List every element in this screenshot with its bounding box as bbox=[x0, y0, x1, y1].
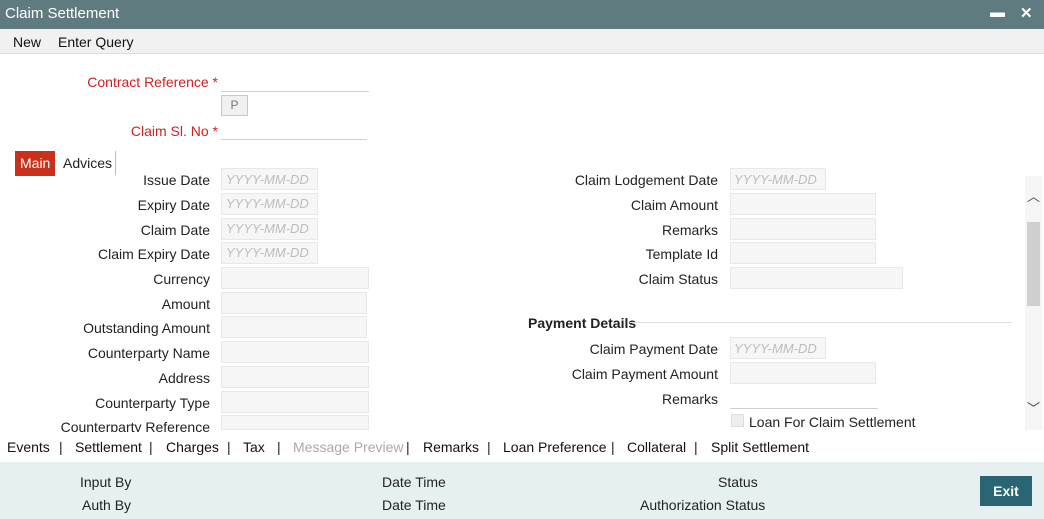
address-input[interactable] bbox=[221, 366, 369, 388]
claim-payment-date-placeholder: YYYY-MM-DD bbox=[734, 341, 817, 356]
contract-reference-input[interactable] bbox=[221, 70, 369, 92]
remarks-label: Remarks bbox=[661, 222, 718, 238]
expiry-date-placeholder: YYYY-MM-DD bbox=[226, 196, 309, 211]
minimize-icon[interactable]: ▬ bbox=[990, 4, 1005, 21]
payment-remarks-label: Remarks bbox=[661, 391, 718, 407]
link-separator: | bbox=[694, 439, 698, 455]
claim-payment-amount-input[interactable] bbox=[730, 362, 876, 384]
scroll-up-icon[interactable]: ︿ bbox=[1025, 186, 1042, 206]
tab-main[interactable]: Main bbox=[15, 151, 56, 176]
link-separator: | bbox=[406, 439, 410, 455]
payment-details-title: Payment Details bbox=[528, 315, 637, 331]
status-label: Status bbox=[718, 474, 758, 490]
counterparty-reference-input[interactable] bbox=[221, 415, 369, 430]
payment-remarks-input[interactable] bbox=[730, 387, 878, 409]
outstanding-amount-input[interactable] bbox=[221, 316, 367, 338]
issue-date-label: Issue Date bbox=[143, 172, 210, 188]
menu-bar: New Enter Query bbox=[0, 29, 1044, 54]
audit-footer: Input By Date Time Status Auth By Date T… bbox=[0, 462, 1044, 519]
claim-expiry-date-placeholder: YYYY-MM-DD bbox=[226, 245, 309, 260]
split-settlement-link[interactable]: Split Settlement bbox=[711, 439, 809, 455]
input-by-label: Input By bbox=[80, 474, 132, 490]
counterparty-type-label: Counterparty Type bbox=[95, 395, 210, 411]
title-bar: Claim Settlement ▬ ✕ bbox=[0, 0, 1044, 29]
template-id-label: Template Id bbox=[645, 246, 718, 262]
auth-date-time-label: Date Time bbox=[382, 497, 446, 513]
currency-label: Currency bbox=[153, 271, 210, 287]
enter-query-menu-item[interactable]: Enter Query bbox=[58, 34, 133, 50]
amount-input[interactable] bbox=[221, 292, 367, 314]
section-divider bbox=[630, 322, 1012, 323]
p-button[interactable]: P bbox=[221, 95, 248, 116]
address-label: Address bbox=[158, 370, 210, 386]
claim-payment-date-label: Claim Payment Date bbox=[589, 341, 718, 357]
tax-link[interactable]: Tax bbox=[243, 439, 265, 455]
claim-expiry-date-label: Claim Expiry Date bbox=[97, 246, 210, 262]
loan-for-claim-settlement-label: Loan For Claim Settlement bbox=[749, 414, 916, 430]
new-menu-item[interactable]: New bbox=[13, 34, 41, 50]
link-separator: | bbox=[611, 439, 615, 455]
window-title: Claim Settlement bbox=[5, 5, 120, 22]
expiry-date-label: Expiry Date bbox=[137, 197, 210, 213]
claim-lodgement-date-label: Claim Lodgement Date bbox=[574, 172, 718, 188]
date-time-label: Date Time bbox=[382, 474, 446, 490]
issue-date-placeholder: YYYY-MM-DD bbox=[226, 172, 309, 187]
settlement-link[interactable]: Settlement bbox=[75, 439, 142, 455]
vertical-scrollbar[interactable]: ︿ ﹀ bbox=[1025, 176, 1042, 430]
claim-amount-label: Claim Amount bbox=[630, 197, 718, 213]
claim-status-label: Claim Status bbox=[638, 271, 718, 287]
claim-date-placeholder: YYYY-MM-DD bbox=[226, 221, 309, 236]
authorization-status-label: Authorization Status bbox=[640, 497, 766, 513]
events-link[interactable]: Events bbox=[7, 439, 50, 455]
claim-date-label: Claim Date bbox=[140, 222, 210, 238]
template-id-input[interactable] bbox=[730, 242, 876, 264]
contract-reference-label: Contract Reference * bbox=[87, 74, 218, 90]
counterparty-name-label: Counterparty Name bbox=[87, 345, 210, 361]
claim-payment-amount-label: Claim Payment Amount bbox=[571, 366, 718, 382]
outstanding-amount-label: Outstanding Amount bbox=[83, 320, 210, 336]
charges-link[interactable]: Charges bbox=[166, 439, 219, 455]
remarks-input[interactable] bbox=[730, 218, 876, 240]
remarks-link[interactable]: Remarks bbox=[423, 439, 479, 455]
auth-by-label: Auth By bbox=[82, 497, 132, 513]
link-separator: | bbox=[277, 439, 281, 455]
loan-preference-link[interactable]: Loan Preference bbox=[503, 439, 607, 455]
scroll-thumb[interactable] bbox=[1027, 222, 1040, 306]
claim-amount-input[interactable] bbox=[730, 193, 876, 215]
link-separator: | bbox=[487, 439, 491, 455]
claim-status-input[interactable] bbox=[730, 267, 903, 289]
tab-divider bbox=[115, 151, 116, 175]
scroll-down-icon[interactable]: ﹀ bbox=[1025, 398, 1042, 418]
claim-sl-no-input[interactable] bbox=[221, 118, 367, 140]
message-preview-link: Message Preview bbox=[293, 439, 404, 455]
collateral-link[interactable]: Collateral bbox=[627, 439, 686, 455]
tab-advices[interactable]: Advices bbox=[58, 151, 117, 176]
currency-input[interactable] bbox=[221, 267, 369, 289]
loan-for-claim-settlement-checkbox[interactable] bbox=[731, 414, 744, 427]
claim-lodgement-date-placeholder: YYYY-MM-DD bbox=[734, 172, 817, 187]
claim-sl-no-label: Claim Sl. No * bbox=[130, 123, 218, 139]
amount-label: Amount bbox=[161, 296, 210, 312]
subsystem-link-bar: Events | Settlement | Charges | Tax | Me… bbox=[0, 432, 1044, 462]
counterparty-type-input[interactable] bbox=[221, 391, 369, 413]
close-icon[interactable]: ✕ bbox=[1020, 4, 1033, 22]
link-separator: | bbox=[149, 439, 153, 455]
link-separator: | bbox=[227, 439, 231, 455]
exit-button[interactable]: Exit bbox=[980, 476, 1032, 506]
link-separator: | bbox=[59, 439, 63, 455]
counterparty-name-input[interactable] bbox=[221, 341, 369, 363]
